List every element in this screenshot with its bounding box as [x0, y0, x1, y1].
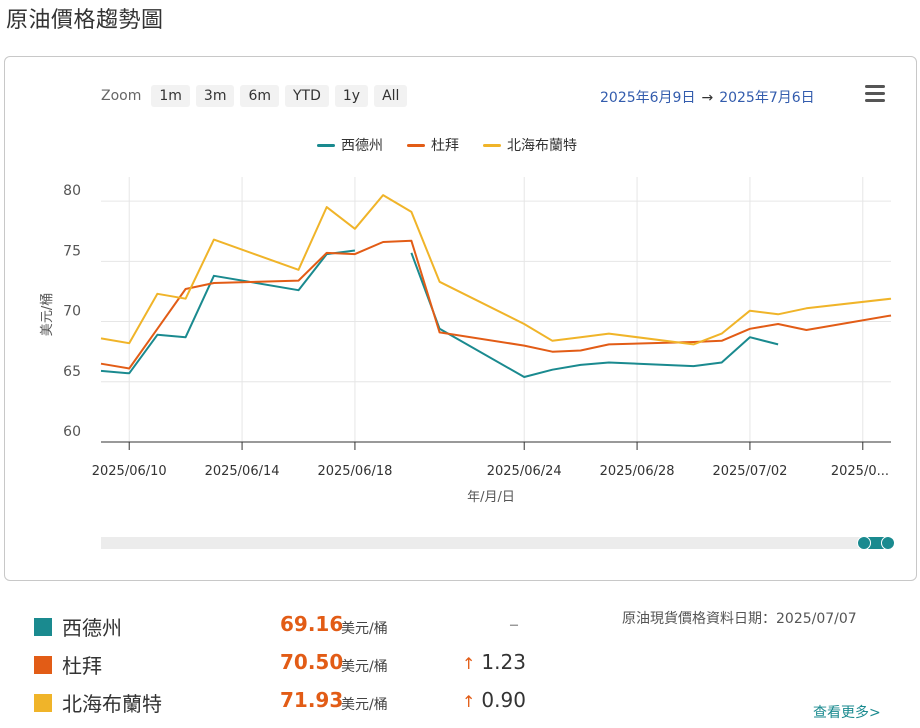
arrow-up-icon: ↑ [462, 654, 476, 673]
summary-price: 70.50 [280, 650, 344, 674]
summary-price: 69.16 [280, 612, 344, 636]
x-tick-label: 2025/06/24 [487, 464, 562, 479]
x-axis-title: 年/月/日 [467, 490, 515, 505]
data-date: 原油現貨價格資料日期：2025/07/07 [622, 611, 857, 627]
navigator-left-handle[interactable] [857, 536, 871, 550]
summary-swatch-dubai [34, 656, 52, 674]
y-tick-label: 60 [63, 424, 81, 440]
summary-change-value: 0.90 [481, 688, 526, 712]
summary-change: ↑ 0.90 [462, 688, 526, 712]
summary-row-dubai: 杜拜 70.50 美元/桶 ↑ 1.23 [34, 648, 554, 686]
summary-swatch-wti [34, 618, 52, 636]
summary-unit: 美元/桶 [341, 659, 388, 675]
summary-row-brent: 北海布蘭特 71.93 美元/桶 ↑ 0.90 [34, 686, 554, 724]
price-chart[interactable]: 60 65 70 75 80 2025/06/10 2025/06/14 2025/06/18… [5, 57, 916, 580]
summary-name: 西德州 [62, 616, 122, 640]
y-tick-label: 75 [63, 243, 81, 259]
arrow-up-icon: ↑ [462, 692, 476, 711]
y-tick-label: 80 [63, 183, 81, 199]
series-line-wti [410, 252, 779, 378]
x-tick-label: 2025/06/18 [317, 464, 392, 479]
summary-name: 杜拜 [62, 654, 102, 678]
see-more-link[interactable]: 查看更多> [813, 702, 881, 722]
x-tick-label: 2025/06/14 [205, 464, 280, 479]
x-tick-label: 2025/07/02 [712, 464, 787, 479]
x-tick-label: 2025/06/28 [600, 464, 675, 479]
summary-unit: 美元/桶 [341, 621, 388, 637]
page-title: 原油價格趨勢圖 [6, 8, 164, 33]
y-tick-label: 65 [63, 364, 81, 380]
summary-change-value: 1.23 [481, 650, 526, 674]
summary-row-wti: 西德州 69.16 美元/桶 – [34, 610, 554, 648]
summary-change: ↑ 1.23 [462, 650, 526, 674]
x-tick-label: 2025/06/10 [92, 464, 167, 479]
series-line-dubai [100, 239, 892, 370]
y-tick-label: 70 [63, 304, 81, 320]
y-axis-title: 美元/桶 [40, 293, 55, 336]
price-summary: 西德州 69.16 美元/桶 – 杜拜 70.50 美元/桶 ↑ 1.23 北海布… [34, 610, 554, 724]
range-navigator[interactable] [101, 536, 895, 550]
summary-name: 北海布蘭特 [62, 692, 162, 716]
chart-card: Zoom 1m 3m 6m YTD 1y All 2025年6月9日 → 2025年… [4, 56, 917, 581]
navigator-right-handle[interactable] [881, 536, 895, 550]
summary-price: 71.93 [280, 688, 344, 712]
summary-no-change: – [509, 612, 519, 636]
summary-unit: 美元/桶 [341, 697, 388, 713]
x-tick-label: 2025/0... [831, 464, 889, 479]
summary-swatch-brent [34, 694, 52, 712]
